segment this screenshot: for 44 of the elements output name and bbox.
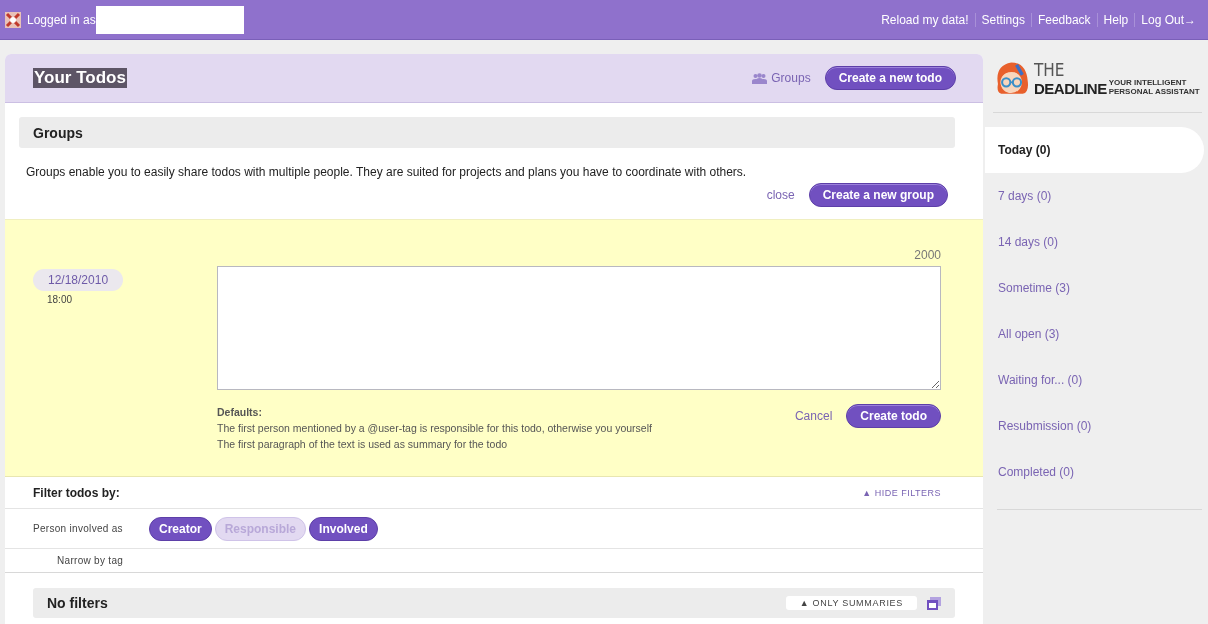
role-filter-toggle[interactable]: Creator [149,516,212,541]
todo-text-field[interactable] [217,266,941,390]
only-summaries-link[interactable]: ▲ ONLY SUMMARIES [785,596,917,610]
sidebar-item[interactable]: Resubmission (0) [985,403,1208,449]
sidebar-item[interactable]: Today (0) [985,127,1204,173]
create-todo-button[interactable]: Create todo [846,404,941,428]
create-todo-button[interactable]: Create a new todo [824,66,956,90]
create-group-button[interactable]: Create a new group [808,183,948,207]
nav-link[interactable]: Settings [974,12,1031,27]
time-label: 18:00 [47,294,74,305]
groups-header: Groups [19,117,955,148]
sidebar-item[interactable]: 14 days (0) [985,219,1208,265]
nav-link[interactable]: Help [1096,12,1135,27]
cancel-link[interactable]: Cancel [794,409,833,423]
defaults-title: Defaults: [217,406,262,418]
filter-summary-title: No filters [47,595,108,611]
groups-link[interactable]: Groups [752,71,811,85]
date-chip[interactable]: 12/18/2010 [33,269,124,291]
sidebar-item[interactable]: Sometime (3) [985,265,1208,311]
person-filter-label: Person involved as [33,523,124,534]
filter-title: Filter todos by: [33,485,120,500]
logo-text: THE [1034,61,1066,79]
sidebar-item[interactable]: Completed (0) [985,449,1208,495]
hide-filters-link[interactable]: ▲ HIDE FILTERS [862,487,941,498]
logo-text: DEADLINE [1034,81,1107,97]
close-link[interactable]: close [766,188,795,202]
defaults-note: The first paragraph of the text is used as summary for the todo [217,437,509,452]
nav-link[interactable]: Reload my data! [875,12,975,27]
groups-description: Groups enable you to easily share todos with multiple people. They are suited for projects and plans you have to coordinate with others. [26,165,748,179]
sidebar-item[interactable]: All open (3) [985,311,1208,357]
app-logo-icon [5,11,21,28]
logo-tagline: YOUR INTELLIGENT PERSONAL ASSISTANT [1108,78,1200,97]
sidebar-item[interactable]: Waiting for... (0) [985,357,1208,403]
defaults-note: The first person mentioned by a @user-tag is responsible for this todo, otherwise you yourself [217,421,653,436]
logged-in-label: Logged in as [27,12,96,27]
nav-link[interactable]: Feedback [1030,12,1097,27]
tag-filter-label: Narrow by tag [57,555,124,566]
nav-link[interactable]: Log Out→ [1134,12,1202,27]
character-count: 2000 [914,248,941,262]
page-title: Your Todos [33,68,127,88]
people-icon [752,72,768,84]
role-filter-toggle[interactable]: Involved [309,516,378,541]
stacked-cards-icon[interactable] [927,596,941,610]
sidebar-item[interactable]: 7 days (0) [985,173,1208,219]
